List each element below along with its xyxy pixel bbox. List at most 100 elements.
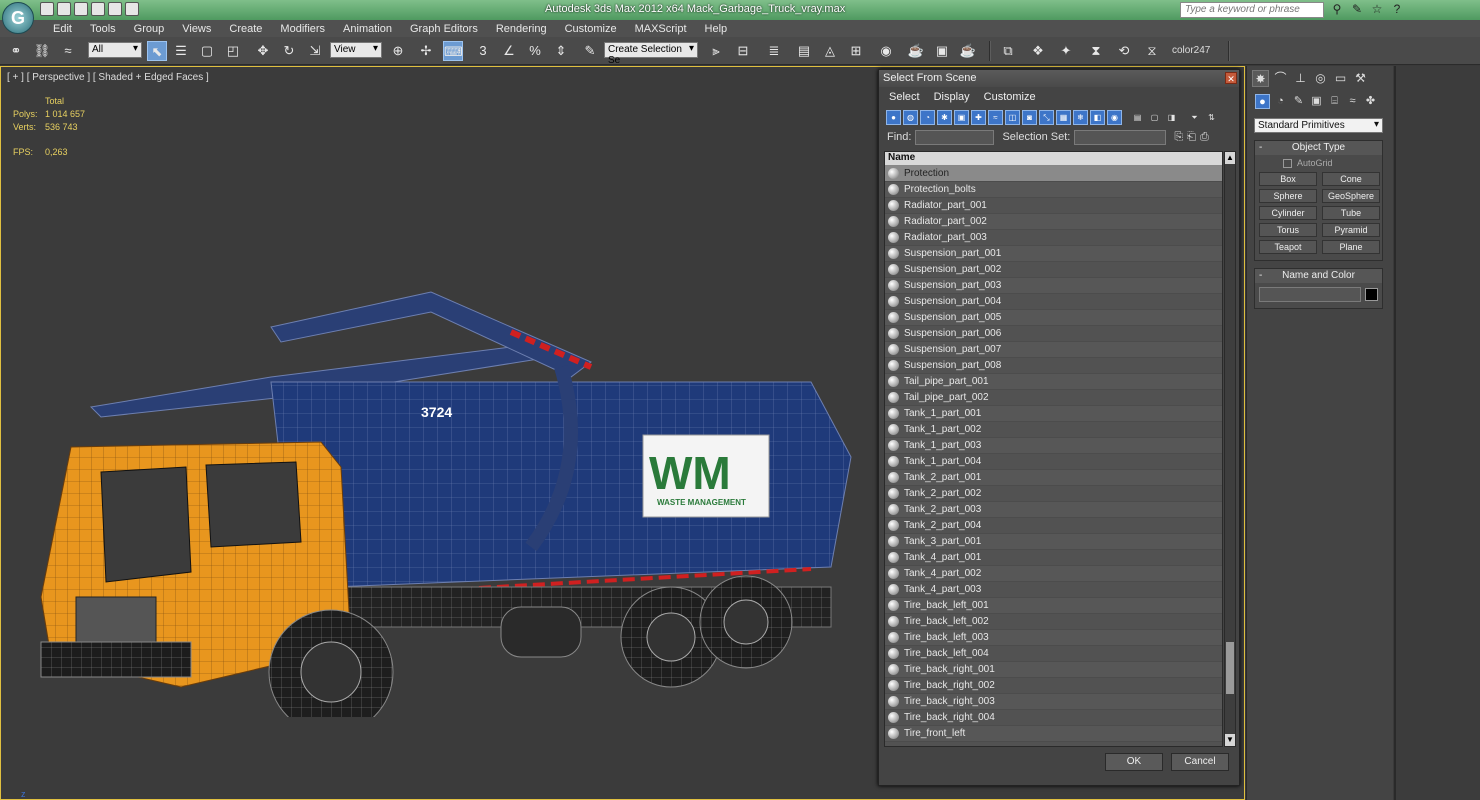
space-warps-icon[interactable]: ≈ <box>1345 94 1360 109</box>
list-item[interactable]: Tank_4_part_003 <box>885 582 1222 598</box>
display-hidden-icon[interactable]: ◧ <box>1090 109 1105 125</box>
display-containers-icon[interactable]: ▦ <box>1056 109 1071 125</box>
primitive-category-dropdown[interactable]: Standard Primitives <box>1254 118 1383 133</box>
list-item[interactable]: Radiator_part_002 <box>885 214 1222 230</box>
spinner-snap-icon[interactable]: ⇕ <box>551 41 571 61</box>
move-icon[interactable]: ✥ <box>253 41 273 61</box>
rotate-icon[interactable]: ↻ <box>279 41 299 61</box>
menu-item[interactable]: MAXScript <box>626 23 696 35</box>
dialog-menu-item[interactable]: Customize <box>984 91 1036 103</box>
menu-item[interactable]: Graph Editors <box>401 23 487 35</box>
rendered-frame-window-icon[interactable]: ▣ <box>932 41 952 61</box>
filter-icon[interactable]: ⏷ <box>1187 110 1202 125</box>
create-teapot-button[interactable]: Teapot <box>1259 240 1317 254</box>
menu-item[interactable]: Edit <box>44 23 81 35</box>
list-item[interactable]: Suspension_part_002 <box>885 262 1222 278</box>
list-item[interactable]: Tank_1_part_003 <box>885 438 1222 454</box>
selection-set-remove-icon[interactable]: ⎗ <box>1187 131 1196 144</box>
dialog-menu-item[interactable]: Select <box>889 91 920 103</box>
object-color-swatch[interactable] <box>1365 288 1378 301</box>
menu-item[interactable]: Views <box>173 23 220 35</box>
list-item[interactable]: Tire_back_right_004 <box>885 710 1222 726</box>
helpers-icon[interactable]: ⌸ <box>1327 94 1342 109</box>
modify-tab-icon[interactable]: ⌒ <box>1272 70 1289 87</box>
snaps-toggle-icon[interactable]: 3 <box>473 41 493 61</box>
communication-icon[interactable]: ✎ <box>1350 2 1364 16</box>
open-file-icon[interactable] <box>57 2 71 16</box>
autogrid-checkbox[interactable] <box>1283 158 1292 168</box>
menu-item[interactable]: Group <box>125 23 174 35</box>
create-plane-button[interactable]: Plane <box>1322 240 1380 254</box>
mirror-icon[interactable]: ⫸ <box>706 41 726 61</box>
list-item[interactable]: Tire_back_left_002 <box>885 614 1222 630</box>
list-item[interactable]: Tire_back_right_002 <box>885 678 1222 694</box>
align-icon[interactable]: ⊟ <box>733 41 753 61</box>
reference-coordinate-dropdown[interactable]: View <box>330 42 382 58</box>
object-type-title[interactable]: Object Type <box>1255 141 1382 155</box>
list-item[interactable]: Tank_2_part_003 <box>885 502 1222 518</box>
name-and-color-title[interactable]: Name and Color <box>1255 269 1382 283</box>
selection-set-add-icon[interactable]: ⎘ <box>1174 131 1183 144</box>
list-item[interactable]: Suspension_part_003 <box>885 278 1222 294</box>
object-name-input[interactable] <box>1259 287 1362 302</box>
create-sphere-button[interactable]: Sphere <box>1259 189 1317 203</box>
select-invert-icon[interactable]: ◨ <box>1164 110 1179 125</box>
display-groups-icon[interactable]: ◫ <box>1005 109 1020 125</box>
close-icon[interactable]: ✕ <box>1225 72 1237 84</box>
display-frozen-icon[interactable]: ❄ <box>1073 109 1088 125</box>
shapes-icon[interactable]: ◔ <box>1273 94 1288 109</box>
geometry-icon[interactable]: ● <box>1255 94 1270 109</box>
list-item[interactable]: Tank_2_part_001 <box>885 470 1222 486</box>
list-item[interactable]: Tank_2_part_004 <box>885 518 1222 534</box>
motion-tab-icon[interactable]: ◎ <box>1312 70 1329 87</box>
menu-item[interactable]: Animation <box>334 23 401 35</box>
display-none-icon[interactable]: ● <box>886 109 901 125</box>
display-xrefs-icon[interactable]: ◙ <box>1022 109 1037 125</box>
display-lights-icon[interactable]: ✱ <box>937 109 952 125</box>
ok-button[interactable]: OK <box>1105 753 1163 771</box>
menu-item[interactable]: Create <box>220 23 271 35</box>
hierarchy-tab-icon[interactable]: ⊥ <box>1292 70 1309 87</box>
list-item[interactable]: Tank_1_part_001 <box>885 406 1222 422</box>
list-item[interactable]: Tire_back_right_003 <box>885 694 1222 710</box>
bind-space-warp-icon[interactable]: ≈ <box>58 41 78 61</box>
undo-icon[interactable] <box>91 2 105 16</box>
cameras-icon[interactable]: ▣ <box>1309 94 1324 109</box>
scroll-down-icon[interactable]: ▼ <box>1225 734 1235 746</box>
named-selection-dropdown[interactable]: Create Selection Se <box>604 42 698 66</box>
save-file-icon[interactable] <box>74 2 88 16</box>
new-file-icon[interactable] <box>40 2 54 16</box>
list-item[interactable]: Tank_2_part_002 <box>885 486 1222 502</box>
selection-set-edit-icon[interactable]: ⎙ <box>1200 131 1209 144</box>
cancel-button[interactable]: Cancel <box>1171 753 1229 771</box>
create-box-button[interactable]: Box <box>1259 172 1317 186</box>
list-item[interactable]: Protection <box>885 166 1222 182</box>
list-item[interactable]: Tire_back_right_001 <box>885 662 1222 678</box>
window-crossing-icon[interactable]: ◰ <box>223 41 243 61</box>
percent-snap-icon[interactable]: % <box>525 41 545 61</box>
binoculars-icon[interactable]: ⚲ <box>1330 2 1344 16</box>
lights-icon[interactable]: ✎ <box>1291 94 1306 109</box>
favorites-star-icon[interactable]: ☆ <box>1370 2 1384 16</box>
scroll-thumb[interactable] <box>1226 642 1234 694</box>
link-icon[interactable]: ⚭ <box>6 41 26 61</box>
animation-end-icon[interactable]: ⧖ <box>1142 41 1162 61</box>
angle-snap-icon[interactable]: ∠ <box>499 41 519 61</box>
animation-play-icon[interactable]: ⟲ <box>1114 41 1134 61</box>
list-item[interactable]: Suspension_part_001 <box>885 246 1222 262</box>
display-geometry-icon[interactable]: ◍ <box>903 109 918 125</box>
selection-filter-dropdown[interactable]: All <box>88 42 142 58</box>
edit-named-selection-icon[interactable]: ✎ <box>580 41 600 61</box>
create-geosphere-button[interactable]: GeoSphere <box>1322 189 1380 203</box>
display-shapes-icon[interactable]: ◔ <box>920 109 935 125</box>
vray-lights-icon[interactable]: ✦ <box>1056 41 1076 61</box>
select-manipulate-icon[interactable]: ✢ <box>416 41 436 61</box>
material-editor-icon[interactable]: ◉ <box>876 41 896 61</box>
list-item[interactable]: Tank_3_part_001 <box>885 534 1222 550</box>
vray-frame-buffer-icon[interactable]: ⧉ <box>998 41 1018 61</box>
unlink-icon[interactable]: ⛓ <box>32 41 52 61</box>
list-item[interactable]: Suspension_part_004 <box>885 294 1222 310</box>
select-by-name-icon[interactable]: ☰ <box>171 41 191 61</box>
create-torus-button[interactable]: Torus <box>1259 223 1317 237</box>
list-item[interactable]: Suspension_part_006 <box>885 326 1222 342</box>
